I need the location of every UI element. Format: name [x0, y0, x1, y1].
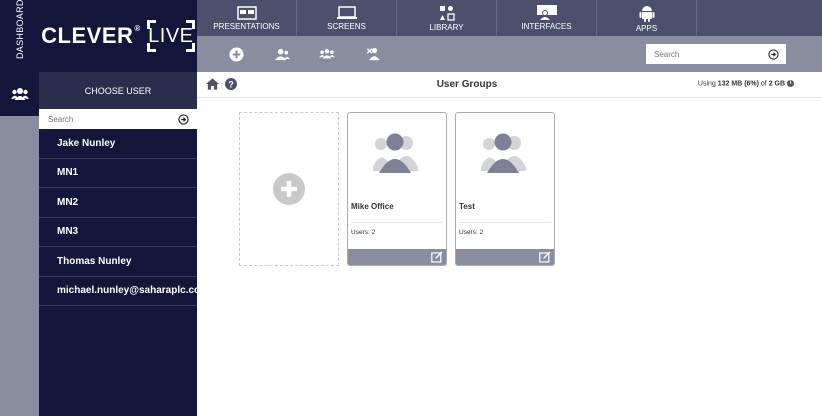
users-icon — [10, 88, 29, 100]
screens-icon — [336, 5, 357, 19]
logo-clever-text: CLEVER — [41, 23, 134, 48]
home-icon[interactable] — [206, 78, 219, 90]
edit-icon[interactable] — [431, 251, 443, 263]
nav-apps-label: APPS — [635, 23, 658, 33]
page-title: User Groups — [436, 79, 498, 90]
plus-circle-icon — [228, 46, 244, 62]
usage-used: 132 MB (6%) — [717, 80, 759, 88]
android-icon — [639, 5, 654, 22]
nav-interfaces-label: INTERFACES — [521, 22, 572, 31]
nav-presentations[interactable]: PRESENTATIONS — [197, 0, 297, 36]
group-user-count: Users: 2 — [351, 229, 376, 236]
user-button[interactable] — [274, 46, 290, 62]
nav-interfaces[interactable]: INTERFACES — [497, 0, 597, 36]
group-name: Mike Office — [351, 202, 394, 211]
group-avatar — [456, 113, 554, 193]
svg-text:?: ? — [228, 79, 234, 89]
user-list-item[interactable]: MN3 — [39, 218, 197, 247]
user-search-input[interactable] — [48, 114, 158, 124]
group-icon — [319, 49, 335, 59]
help-icon[interactable]: ? — [225, 78, 237, 90]
group-name: Test — [459, 202, 475, 211]
edit-icon[interactable] — [539, 251, 551, 263]
group-card[interactable]: Test Users: 2 — [455, 112, 555, 266]
user-icon — [274, 48, 290, 60]
dashboard-label: DASHBOARD — [15, 0, 25, 59]
nav-presentations-label: PRESENTATIONS — [213, 21, 280, 31]
dashboard-rail: DASHBOARD — [0, 0, 39, 416]
user-settings-icon — [366, 47, 380, 61]
global-search-input[interactable] — [654, 49, 754, 59]
user-list-item[interactable]: michael.nunley@saharaplc.com — [39, 277, 197, 306]
user-sidebar: CHOOSE USER Jake Nunley MN1 MN2 MN3 Thom… — [39, 72, 197, 416]
group-avatar — [348, 113, 446, 193]
add-group-button[interactable] — [228, 46, 244, 62]
user-list-item[interactable]: Thomas Nunley — [39, 247, 197, 277]
nav-library-label: LIBRARY — [429, 22, 464, 32]
library-icon — [439, 5, 455, 21]
nav-screens-label: SCREENS — [327, 21, 366, 31]
info-icon[interactable]: i — [787, 80, 794, 87]
usage-mid: of — [758, 80, 769, 88]
content-header: ? User Groups Using 132 MB (6%) of 2 GB … — [197, 72, 822, 98]
nav-library[interactable]: LIBRARY — [397, 0, 497, 36]
interfaces-icon — [536, 5, 557, 20]
presentations-icon — [236, 5, 257, 20]
card-divider — [351, 222, 443, 223]
usage-prefix: Using — [697, 80, 718, 88]
users-tab[interactable] — [0, 72, 39, 116]
group-user-count: Users: 2 — [459, 229, 484, 236]
group-avatar-icon — [373, 133, 418, 173]
nav-apps[interactable]: APPS — [597, 0, 697, 36]
global-search-bar — [646, 44, 786, 64]
user-list-item[interactable]: MN1 — [39, 159, 197, 188]
clever-live-logo: CLEVER ® LIVE — [41, 20, 195, 52]
storage-usage: Using 132 MB (6%) of 2 GB i — [698, 80, 794, 87]
user-settings-button[interactable] — [365, 46, 381, 62]
main-content: ? User Groups Using 132 MB (6%) of 2 GB … — [197, 72, 822, 416]
choose-user-header: CHOOSE USER — [39, 72, 197, 109]
group-card[interactable]: Mike Office Users: 2 — [347, 112, 447, 266]
group-avatar-icon — [481, 133, 526, 173]
add-group-card[interactable] — [239, 112, 339, 266]
user-search-bar — [39, 109, 197, 129]
card-footer — [456, 249, 554, 265]
sub-toolbar — [197, 36, 822, 72]
card-footer — [348, 249, 446, 265]
nav-screens[interactable]: SCREENS — [297, 0, 397, 36]
user-list-item[interactable]: MN2 — [39, 188, 197, 218]
top-navigation: PRESENTATIONS SCREENS LIBRARY INTERFACES — [197, 0, 822, 36]
logo-live-box: LIVE — [146, 20, 195, 52]
card-divider — [459, 222, 551, 223]
plus-circle-icon — [273, 173, 305, 205]
logo-area: CLEVER ® LIVE — [39, 0, 197, 72]
user-list-item[interactable]: Jake Nunley — [39, 129, 197, 159]
dashboard-tab[interactable]: DASHBOARD — [0, 0, 39, 72]
logo-registered-mark: ® — [134, 23, 141, 33]
go-arrow-icon[interactable] — [768, 48, 779, 60]
go-arrow-icon[interactable] — [178, 113, 189, 125]
usage-total: 2 GB — [768, 80, 786, 88]
group-button[interactable] — [319, 46, 335, 62]
